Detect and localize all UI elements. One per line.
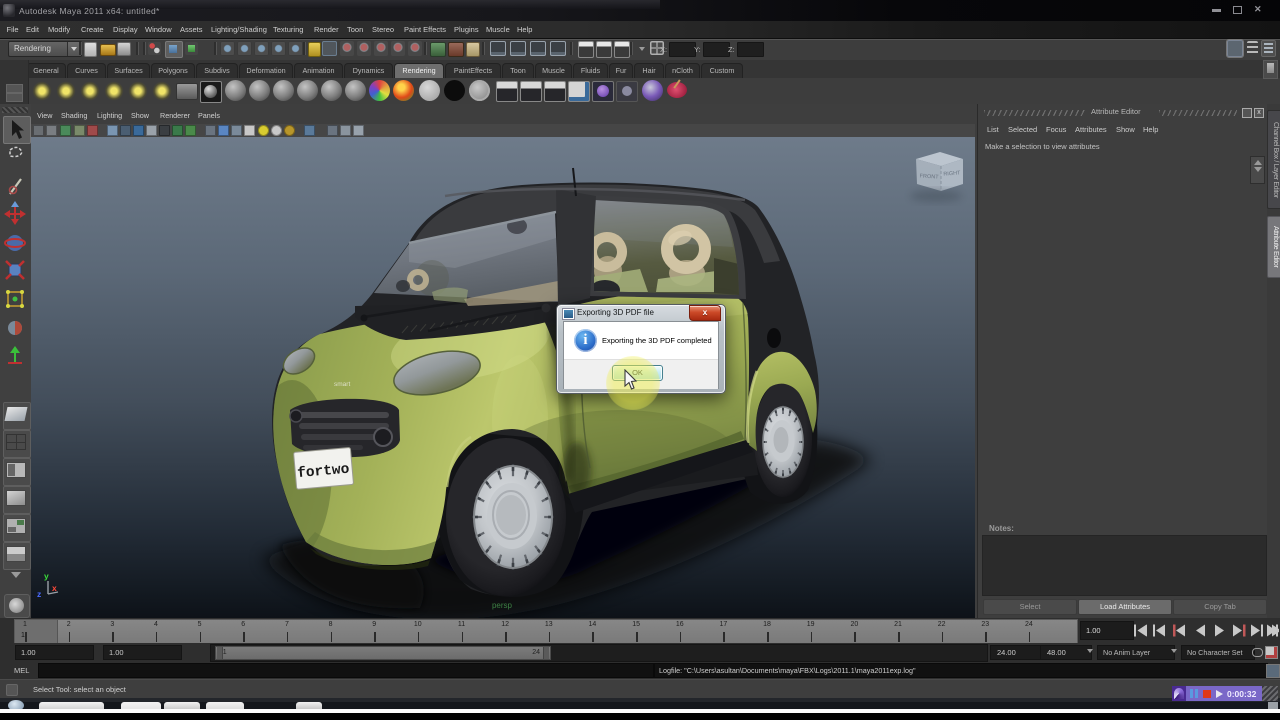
- svg-text:x: x: [52, 583, 57, 593]
- svg-text:RIGHT: RIGHT: [943, 170, 961, 177]
- svg-text:smart: smart: [334, 381, 350, 388]
- svg-text:y: y: [44, 571, 49, 581]
- svg-text:z: z: [37, 589, 41, 599]
- svg-text:persp: persp: [492, 601, 513, 610]
